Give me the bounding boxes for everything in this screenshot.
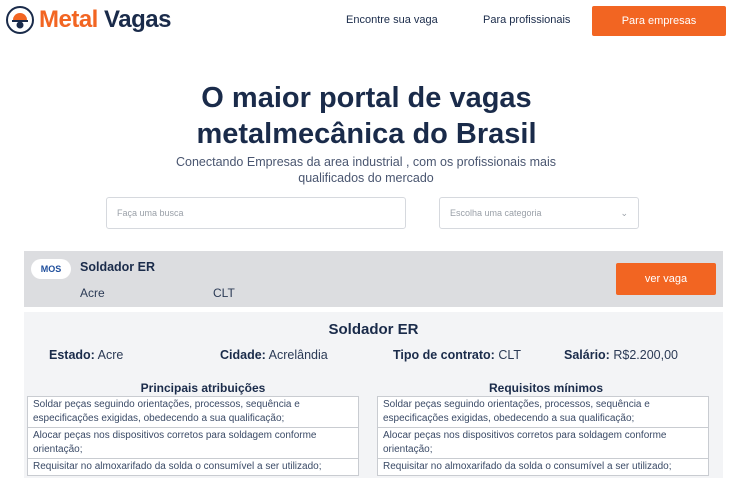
salario-field: Salário: R$2.200,00: [564, 348, 678, 362]
requisitos-list: Soldar peças seguindo orientações, proce…: [377, 396, 709, 476]
job-location: Acre: [80, 286, 105, 300]
contrato-value: CLT: [498, 348, 522, 362]
contrato-field: Tipo de contrato: CLT: [393, 348, 521, 362]
ver-vaga-button[interactable]: ver vaga: [616, 263, 716, 295]
hero-title: O maior portal de vagas metalmecânica do…: [0, 80, 733, 152]
list-item: Requisitar no almoxarifado da solda o co…: [383, 461, 672, 472]
logo-text: Metal Vagas: [39, 6, 171, 34]
nav-encontre-vaga[interactable]: Encontre sua vaga: [346, 14, 438, 26]
list-item: Soldar peças seguindo orientações, proce…: [378, 397, 708, 428]
job-title: Soldador ER: [80, 260, 156, 274]
category-select-placeholder: Escolha uma categoria: [450, 208, 542, 218]
hero-title-line2: metalmecânica do Brasil: [196, 118, 537, 150]
logo-text-vagas: Vagas: [104, 6, 171, 33]
chevron-down-icon: ⌄: [620, 207, 628, 218]
hero-title-line1: O maior portal de vagas: [201, 82, 532, 114]
logo-text-metal: Metal: [39, 6, 98, 33]
list-item: Alocar peças nos dispositivos corretos p…: [378, 428, 708, 459]
salario-value: R$2.200,00: [613, 348, 678, 362]
company-logo: MOS: [31, 259, 71, 279]
category-select[interactable]: Escolha uma categoria ⌄: [439, 197, 639, 229]
list-item: Requisitar no almoxarifado da solda o co…: [33, 461, 322, 472]
site-logo[interactable]: Metal Vagas: [6, 6, 171, 34]
search-input[interactable]: [106, 197, 406, 229]
estado-label: Estado:: [49, 348, 95, 362]
hero-subtitle: Conectando Empresas da area industrial ,…: [175, 155, 557, 185]
cidade-value: Acrelândia: [268, 348, 328, 362]
estado-field: Estado: Acre: [49, 348, 123, 362]
list-item: Alocar peças nos dispositivos corretos p…: [28, 428, 358, 459]
salario-label: Salário:: [564, 348, 610, 362]
contrato-label: Tipo de contrato:: [393, 348, 495, 362]
job-details: Soldador ER Estado: Acre Cidade: Acrelân…: [24, 312, 723, 478]
worker-helmet-icon: [6, 6, 34, 34]
site-header: Metal Vagas Encontre sua vaga Para profi…: [0, 0, 733, 44]
list-item: Soldar peças seguindo orientações, proce…: [28, 397, 358, 428]
para-empresas-button[interactable]: Para empresas: [592, 6, 726, 36]
nav-para-profissionais[interactable]: Para profissionais: [483, 14, 570, 26]
job-contract-type: CLT: [213, 286, 235, 300]
job-card[interactable]: MOS Soldador ER Acre CLT ver vaga: [24, 251, 723, 307]
estado-value: Acre: [97, 348, 124, 362]
atribuicoes-heading: Principais atribuições: [140, 381, 266, 395]
requisitos-heading: Requisitos mínimos: [488, 381, 604, 395]
cidade-field: Cidade: Acrelândia: [220, 348, 328, 362]
details-title: Soldador ER: [328, 321, 419, 338]
cidade-label: Cidade:: [220, 348, 266, 362]
atribuicoes-list: Soldar peças seguindo orientações, proce…: [27, 396, 359, 476]
